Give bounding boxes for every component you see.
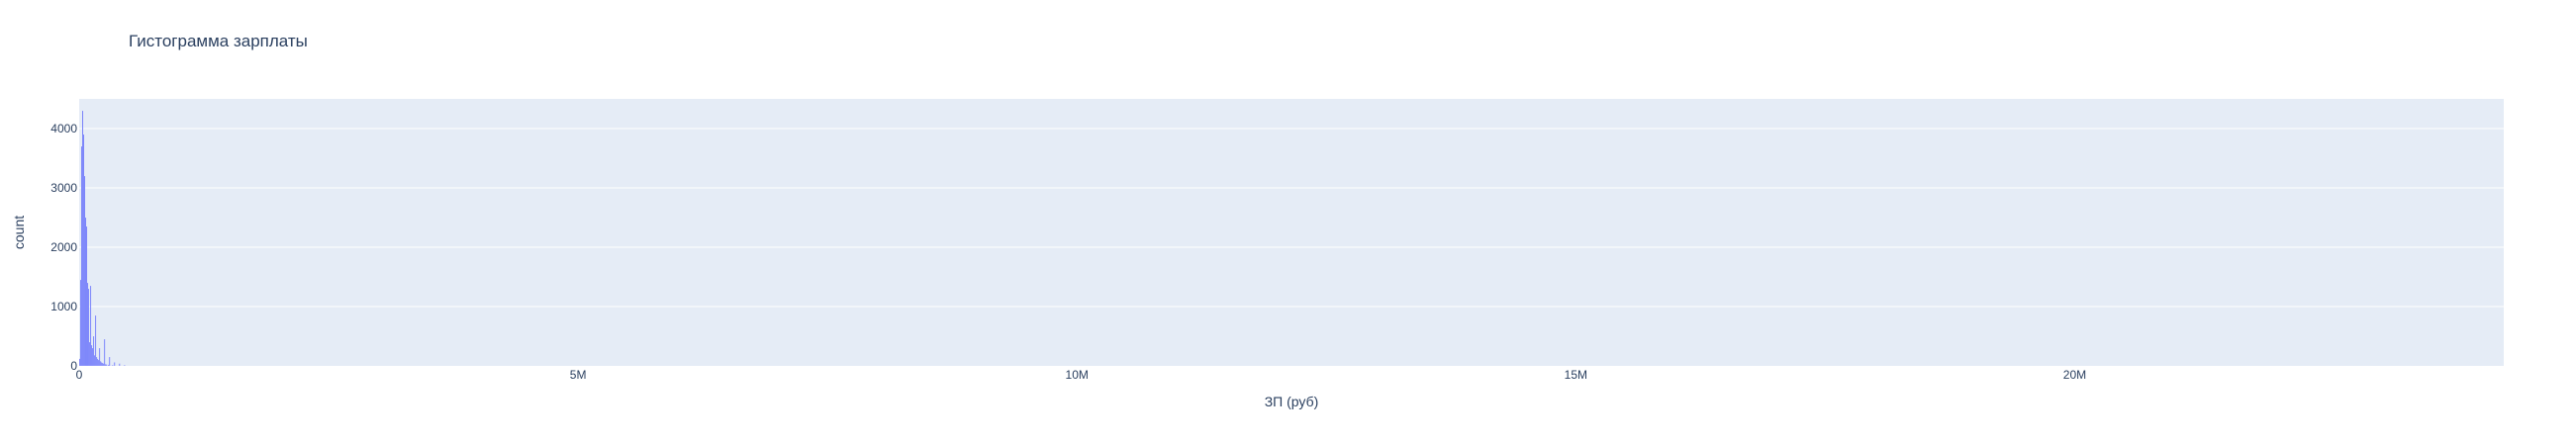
histogram-bar [97, 358, 99, 367]
histogram-bar [91, 344, 93, 367]
y-tick-label: 3000 [50, 181, 77, 195]
x-axis-title: ЗП (руб) [1265, 394, 1319, 409]
histogram-bar [83, 175, 86, 367]
histogram-bar [124, 365, 126, 367]
histogram-bar [106, 364, 108, 367]
histogram-bar [78, 358, 81, 367]
x-tick-label: 5M [570, 368, 587, 382]
histogram-bar [119, 363, 121, 367]
histogram-bar [85, 225, 88, 367]
y-tick-label: 2000 [50, 240, 77, 254]
histogram-bar [89, 341, 91, 367]
x-axis-ticks: 0 5M 10M 15M 20M [76, 368, 2086, 382]
y-axis-ticks: 0 1000 2000 3000 4000 [50, 122, 77, 373]
histogram-bar [114, 362, 116, 367]
histogram-bar [109, 356, 111, 367]
histogram-bar [96, 356, 98, 367]
histogram-bar [90, 285, 92, 367]
histogram-bar [86, 282, 89, 367]
histogram-bar [104, 338, 106, 367]
histogram-bar [81, 110, 84, 367]
histogram-bar [99, 347, 101, 367]
histogram-bar [112, 365, 114, 367]
histogram-bar [102, 362, 104, 367]
histogram-chart: 0 5M 10M 15M 20M 01000200030004000 ЗП (руб) … [11, 99, 2504, 409]
x-tick-label: 10M [1066, 368, 1089, 382]
plot-area [79, 99, 2504, 366]
y-tick-label: 0 [70, 359, 77, 373]
histogram-bar [103, 363, 105, 367]
histogram-bar [95, 314, 97, 367]
histogram-bar [92, 347, 94, 367]
histogram-bar [84, 217, 87, 367]
histogram-bar [100, 361, 102, 367]
histogram-bar [82, 134, 85, 367]
histogram-bar [101, 362, 103, 367]
histogram-bar [79, 279, 82, 367]
histogram-bar [98, 359, 100, 367]
y-axis-title: count [11, 216, 27, 249]
histogram-bar [80, 145, 83, 367]
histogram-bar [108, 364, 110, 367]
y-tick-label: 4000 [50, 122, 77, 135]
histogram-bar [94, 355, 96, 367]
histogram-bar [105, 364, 107, 367]
x-tick-label: 15M [1565, 368, 1587, 382]
y-tick-label: 1000 [50, 300, 77, 313]
x-tick-label: 20M [2063, 368, 2086, 382]
histogram-bar [93, 335, 95, 367]
histogram-bar [87, 288, 90, 367]
